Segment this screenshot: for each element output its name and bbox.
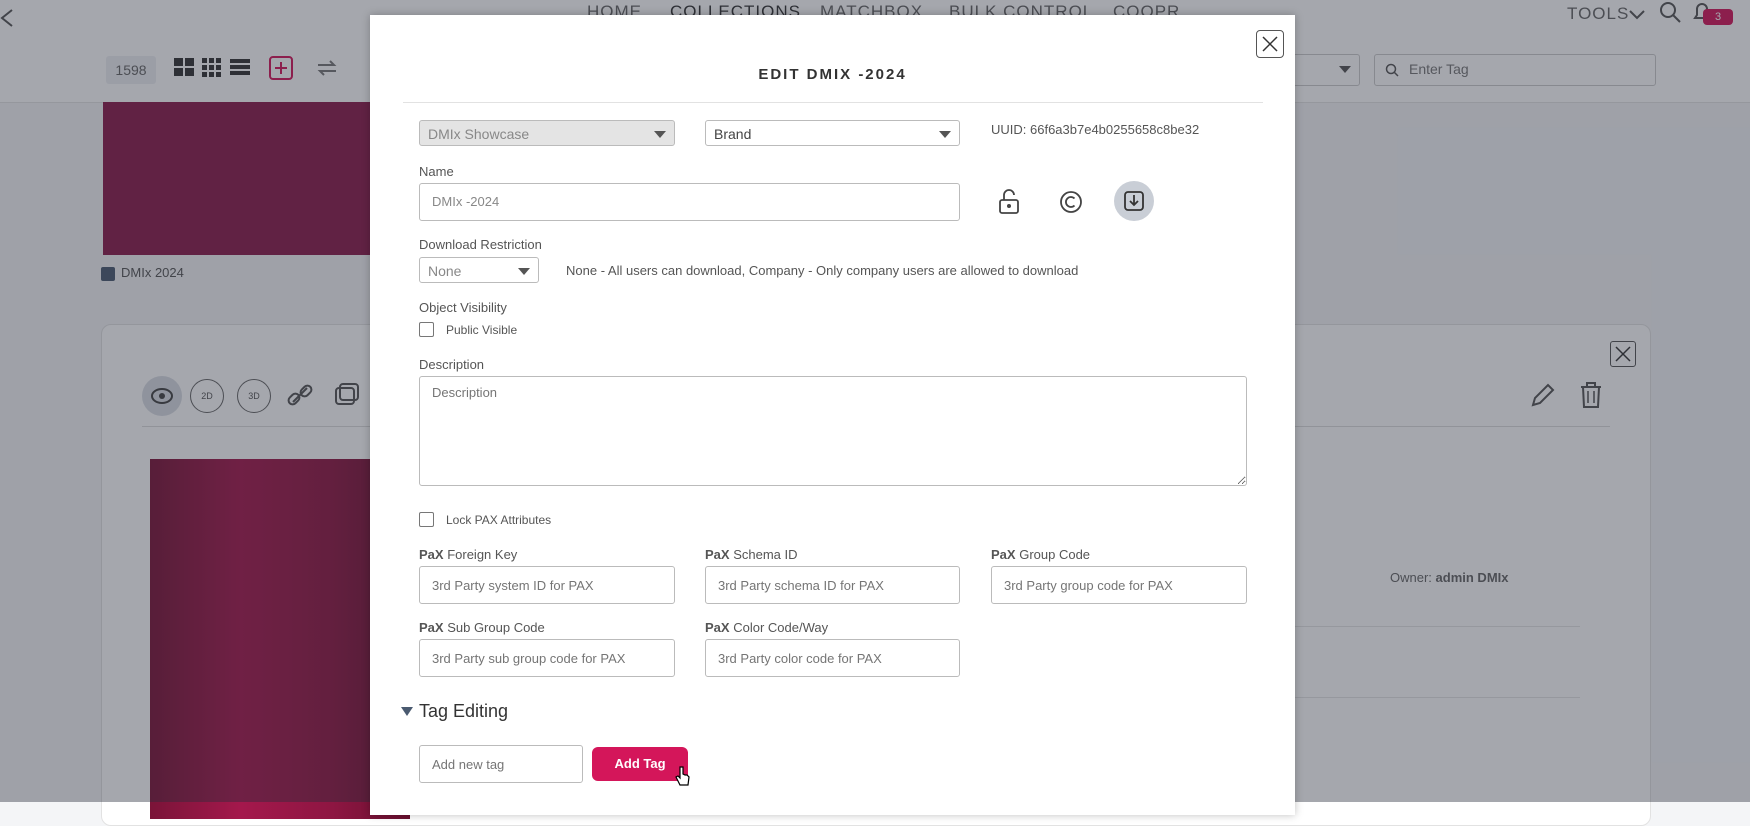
caret-down-icon — [401, 707, 413, 716]
close-icon[interactable] — [1256, 30, 1284, 58]
download-restriction-value: None — [428, 263, 462, 279]
pax-foreign-key-label: PaX Foreign Key — [419, 547, 517, 562]
uuid-text: UUID: 66f6a3b7e4b0255658c8be32 — [991, 122, 1200, 137]
pax-field-label: Foreign Key — [447, 547, 518, 562]
collection-select-value: DMIx Showcase — [428, 126, 530, 142]
name-input[interactable]: DMIx -2024 — [419, 183, 960, 221]
download-icon[interactable] — [1114, 181, 1154, 221]
cursor-hand-icon — [674, 765, 692, 794]
pax-prefix: PaX — [419, 547, 444, 562]
public-visible-label: Public Visible — [446, 323, 518, 337]
lock-pax-label: Lock PAX Attributes — [446, 513, 552, 527]
description-textarea[interactable] — [419, 376, 1247, 486]
pax-prefix: PaX — [419, 620, 444, 635]
pax-field-label: Schema ID — [733, 547, 798, 562]
download-restriction-select[interactable]: None — [419, 257, 539, 283]
collection-select[interactable]: DMIx Showcase — [419, 120, 675, 146]
pax-schema-id-label: PaX Schema ID — [705, 547, 798, 562]
pax-group-code-label: PaX Group Code — [991, 547, 1090, 562]
pax-schema-id-input[interactable] — [705, 566, 960, 604]
pax-prefix: PaX — [705, 620, 730, 635]
pax-group-code-input[interactable] — [991, 566, 1247, 604]
pax-field-label: Group Code — [1019, 547, 1091, 562]
pax-sub-group-code-input[interactable] — [419, 639, 675, 677]
modal-title: EDIT DMIX -2024 — [758, 66, 907, 83]
public-visible-checkbox[interactable] — [419, 322, 434, 337]
name-input-value: DMIx -2024 — [432, 194, 500, 209]
type-select-value: Brand — [714, 126, 752, 142]
tag-section-toggle[interactable]: Tag Editing — [401, 701, 508, 722]
description-label: Description — [419, 357, 485, 372]
download-help-text: None - All users can download, Company -… — [566, 263, 1079, 278]
type-select[interactable]: Brand — [705, 120, 960, 146]
tag-section-title: Tag Editing — [419, 701, 509, 721]
title-divider — [403, 102, 1263, 103]
chevron-down-icon — [518, 268, 530, 275]
new-tag-input[interactable] — [419, 745, 583, 783]
pax-prefix: PaX — [705, 547, 730, 562]
pax-field-label: Sub Group Code — [447, 620, 545, 635]
copyright-icon[interactable] — [1058, 189, 1084, 220]
pax-color-code-input[interactable] — [705, 639, 960, 677]
chevron-down-icon — [654, 131, 666, 138]
pax-sub-group-code-label: PaX Sub Group Code — [419, 620, 545, 635]
pax-field-label: Color Code/Way — [733, 620, 829, 635]
download-restriction-label: Download Restriction — [419, 237, 542, 252]
pax-color-code-label: PaX Color Code/Way — [705, 620, 828, 635]
pax-prefix: PaX — [991, 547, 1016, 562]
lock-pax-checkbox[interactable] — [419, 512, 434, 527]
name-label: Name — [419, 164, 454, 179]
lock-icon[interactable] — [996, 188, 1022, 221]
chevron-down-icon — [939, 131, 951, 138]
object-visibility-label: Object Visibility — [419, 300, 507, 315]
pax-foreign-key-input[interactable] — [419, 566, 675, 604]
